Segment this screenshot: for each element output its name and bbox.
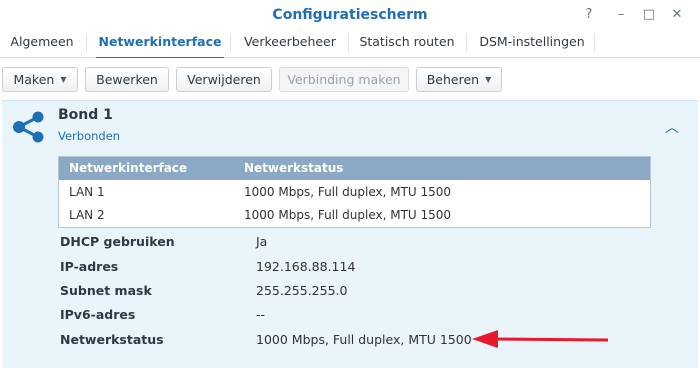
chevron-up-icon[interactable]: ︿ <box>662 117 682 137</box>
tab-bar: Algemeen Netwerkinterface Verkeerbeheer … <box>0 28 700 59</box>
chevron-down-icon: ▼ <box>60 75 67 84</box>
table-header: Netwerkinterface Netwerkstatus <box>59 157 650 180</box>
tab-static-route[interactable]: Statisch routen <box>356 28 458 58</box>
connect-button[interactable]: Verbinding maken <box>279 67 409 92</box>
table-row[interactable]: LAN 2 1000 Mbps, Full duplex, MTU 1500 <box>59 204 650 227</box>
tab-divider <box>86 34 87 52</box>
minimize-icon[interactable]: – <box>610 4 632 24</box>
tab-divider <box>230 34 231 52</box>
tab-traffic-control[interactable]: Verkeerbeheer <box>238 28 342 58</box>
bond-status: Verbonden <box>58 129 121 143</box>
bond-name: Bond 1 <box>58 107 113 123</box>
dhcp-value: Ja <box>256 234 268 249</box>
tab-divider <box>466 34 467 52</box>
chevron-down-icon: ▼ <box>485 75 492 84</box>
toolbar: Maken ▼ Bewerken Verwijderen Verbinding … <box>0 58 700 100</box>
status-cell: 1000 Mbps, Full duplex, MTU 1500 <box>244 208 452 222</box>
tab-dsm-settings[interactable]: DSM-instellingen <box>474 28 590 58</box>
column-header-interface: Netwerkinterface <box>69 161 188 175</box>
dhcp-label: DHCP gebruiken <box>60 234 175 249</box>
tab-general[interactable]: Algemeen <box>6 28 78 58</box>
create-button-label: Maken <box>13 72 55 87</box>
help-icon[interactable]: ? <box>578 4 600 24</box>
ipv6-address-value: -- <box>256 307 266 322</box>
manage-button-label: Beheren <box>426 72 480 87</box>
ipv6-address-label: IPv6-adres <box>60 307 136 322</box>
ip-address-label: IP-adres <box>60 259 119 274</box>
network-status-value: 1000 Mbps, Full duplex, MTU 1500 <box>256 332 472 347</box>
tab-divider <box>594 34 595 52</box>
subnet-mask-value: 255.255.255.0 <box>256 283 348 298</box>
ip-address-value: 192.168.88.114 <box>256 259 356 274</box>
tab-network-interface[interactable]: Netwerkinterface <box>96 28 224 59</box>
table-row[interactable]: LAN 1 1000 Mbps, Full duplex, MTU 1500 <box>59 181 650 204</box>
status-cell: 1000 Mbps, Full duplex, MTU 1500 <box>244 185 452 199</box>
delete-button[interactable]: Verwijderen <box>176 67 272 92</box>
manage-button[interactable]: Beheren ▼ <box>416 67 502 92</box>
column-header-status: Netwerkstatus <box>244 161 344 175</box>
edit-button[interactable]: Bewerken <box>85 67 169 92</box>
share-icon <box>13 111 44 143</box>
maximize-icon[interactable]: □ <box>638 4 660 24</box>
create-button[interactable]: Maken ▼ <box>2 67 78 92</box>
network-status-label: Netwerkstatus <box>60 332 164 347</box>
interface-cell: LAN 2 <box>69 208 105 222</box>
interface-cell: LAN 1 <box>69 185 105 199</box>
tab-divider <box>348 34 349 52</box>
annotation-arrow-icon <box>472 330 609 348</box>
title-bar: Configuratiescherm ? – □ ✕ <box>0 0 700 28</box>
close-icon[interactable]: ✕ <box>666 4 688 24</box>
subnet-mask-label: Subnet mask <box>60 283 152 298</box>
interface-table: Netwerkinterface Netwerkstatus LAN 1 100… <box>58 156 651 228</box>
